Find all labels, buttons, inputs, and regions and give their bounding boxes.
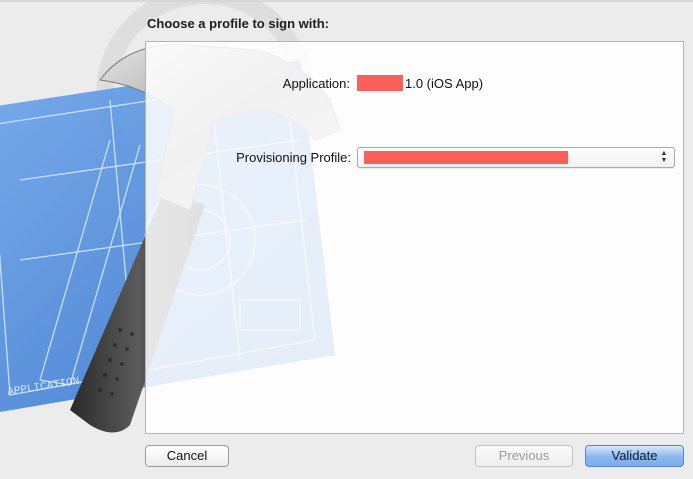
content-panel [145, 41, 684, 434]
cancel-button[interactable]: Cancel [145, 445, 229, 467]
sheet-title: Choose a profile to sign with: [147, 16, 329, 31]
application-version: 1.0 (iOS App) [405, 76, 484, 91]
validate-button[interactable]: Validate [585, 445, 684, 467]
application-label: Application: [282, 76, 350, 91]
previous-button[interactable]: Previous [475, 445, 573, 467]
updown-icon: ▲ ▼ [660, 150, 668, 164]
provisioning-profile-value-redacted [364, 151, 568, 164]
provisioning-profile-label: Provisioning Profile: [236, 150, 351, 165]
application-name-redacted [357, 75, 403, 91]
provisioning-profile-select[interactable]: ▲ ▼ [357, 147, 675, 168]
